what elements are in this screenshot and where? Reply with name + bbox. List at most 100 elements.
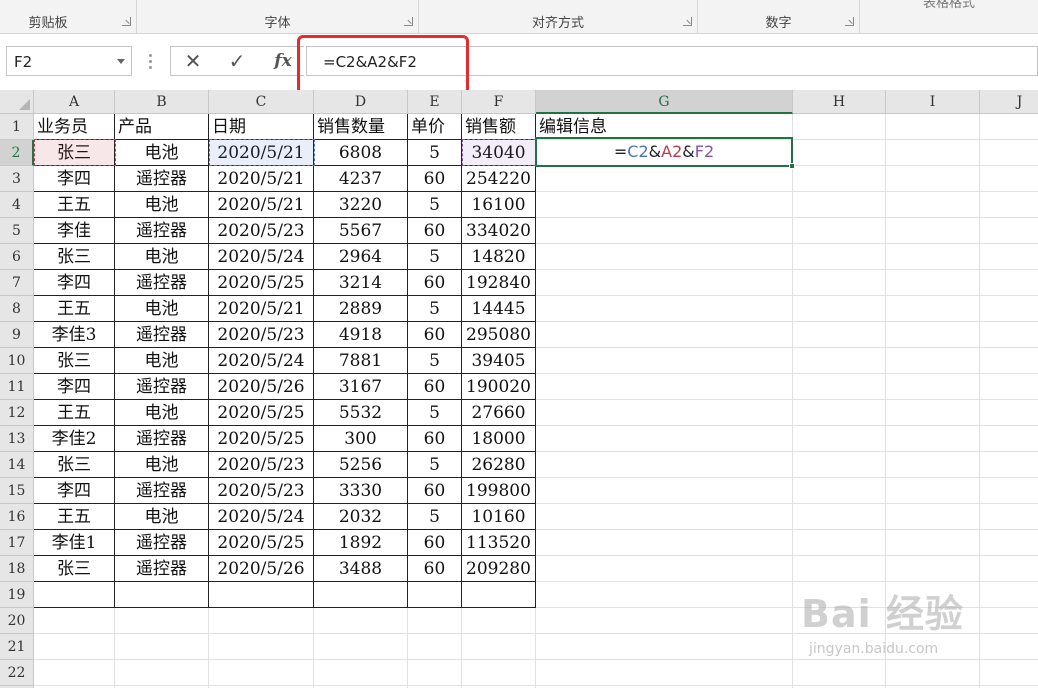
cell-j15[interactable] [980,478,1038,504]
row-header-4[interactable]: 4 [0,192,34,218]
chevron-down-icon[interactable] [117,59,125,64]
cell-c15[interactable]: 2020/5/23 [209,478,314,504]
cell-i10[interactable] [886,348,980,374]
cell-e16[interactable]: 5 [408,504,462,530]
cell-e22[interactable] [408,660,462,686]
cell-b10[interactable]: 电池 [115,348,209,374]
cell-a6[interactable]: 张三 [34,244,115,270]
cell-f2[interactable]: 34040 [462,140,536,166]
row-header-22[interactable]: 22 [0,660,34,686]
cell-j4[interactable] [980,192,1038,218]
cell-e15[interactable]: 60 [408,478,462,504]
cell-f16[interactable]: 10160 [462,504,536,530]
cell-b18[interactable]: 遥控器 [115,556,209,582]
row-header-19[interactable]: 19 [0,582,34,608]
cell-e13[interactable]: 60 [408,426,462,452]
cell-d12[interactable]: 5532 [314,400,408,426]
cell-d8[interactable]: 2889 [314,296,408,322]
cell-b3[interactable]: 遥控器 [115,166,209,192]
drag-handle-icon[interactable] [149,54,152,70]
cell-i7[interactable] [886,270,980,296]
column-header-i[interactable]: I [886,90,980,114]
cell-f3[interactable]: 254220 [462,166,536,192]
cell-j9[interactable] [980,322,1038,348]
name-box[interactable]: F2 [6,46,132,76]
cell-a11[interactable]: 李四 [34,374,115,400]
cell-a9[interactable]: 李佳3 [34,322,115,348]
cell-a3[interactable]: 李四 [34,166,115,192]
cell-f14[interactable]: 26280 [462,452,536,478]
column-header-h[interactable]: H [793,90,886,114]
cell-d6[interactable]: 2964 [314,244,408,270]
cell-g6[interactable] [536,244,793,270]
cell-c21[interactable] [209,634,314,660]
cell-c10[interactable]: 2020/5/24 [209,348,314,374]
cell-j8[interactable] [980,296,1038,322]
cell-j13[interactable] [980,426,1038,452]
cell-h16[interactable] [793,504,886,530]
cell-g17[interactable] [536,530,793,556]
cell-c8[interactable]: 2020/5/21 [209,296,314,322]
cell-g11[interactable] [536,374,793,400]
cell-g13[interactable] [536,426,793,452]
cell-g9[interactable] [536,322,793,348]
cell-j18[interactable] [980,556,1038,582]
cell-h13[interactable] [793,426,886,452]
cell-c13[interactable]: 2020/5/25 [209,426,314,452]
cell-d7[interactable]: 3214 [314,270,408,296]
cell-a2[interactable]: 张三 [34,140,115,166]
cell-i17[interactable] [886,530,980,556]
cell-j3[interactable] [980,166,1038,192]
cell-f11[interactable]: 190020 [462,374,536,400]
row-header-6[interactable]: 6 [0,244,34,270]
cell-j16[interactable] [980,504,1038,530]
cell-e8[interactable]: 5 [408,296,462,322]
cell-e2[interactable]: 5 [408,140,462,166]
cell-c7[interactable]: 2020/5/25 [209,270,314,296]
cell-c12[interactable]: 2020/5/25 [209,400,314,426]
column-header-a[interactable]: A [34,90,115,114]
cell-b13[interactable]: 遥控器 [115,426,209,452]
column-header-e[interactable]: E [408,90,462,114]
cell-j10[interactable] [980,348,1038,374]
cell-j11[interactable] [980,374,1038,400]
column-header-b[interactable]: B [115,90,209,114]
cell-h19[interactable] [793,582,886,608]
cell-g16[interactable] [536,504,793,530]
cell-a18[interactable]: 张三 [34,556,115,582]
cell-h6[interactable] [793,244,886,270]
cell-h21[interactable] [793,634,886,660]
cell-f22[interactable] [462,660,536,686]
row-header-18[interactable]: 18 [0,556,34,582]
row-header-15[interactable]: 15 [0,478,34,504]
cell-b16[interactable]: 电池 [115,504,209,530]
cell-f21[interactable] [462,634,536,660]
cell-f15[interactable]: 199800 [462,478,536,504]
cell-b12[interactable]: 电池 [115,400,209,426]
cell-g7[interactable] [536,270,793,296]
cell-i9[interactable] [886,322,980,348]
cell-c9[interactable]: 2020/5/23 [209,322,314,348]
column-header-d[interactable]: D [314,90,408,114]
cell-h20[interactable] [793,608,886,634]
cell-g1[interactable]: 编辑信息 [536,114,793,140]
cell-c3[interactable]: 2020/5/21 [209,166,314,192]
dialog-launcher-icon[interactable] [845,17,854,26]
cell-a15[interactable]: 李四 [34,478,115,504]
cell-d21[interactable] [314,634,408,660]
cell-h15[interactable] [793,478,886,504]
cell-j19[interactable] [980,582,1038,608]
cell-a21[interactable] [34,634,115,660]
cell-b21[interactable] [115,634,209,660]
cell-j1[interactable] [980,114,1038,140]
cell-d22[interactable] [314,660,408,686]
cell-d1[interactable]: 销售数量 [314,114,408,140]
cell-c18[interactable]: 2020/5/26 [209,556,314,582]
cell-e5[interactable]: 60 [408,218,462,244]
cell-d13[interactable]: 300 [314,426,408,452]
cell-c11[interactable]: 2020/5/26 [209,374,314,400]
cell-f10[interactable]: 39405 [462,348,536,374]
cell-a13[interactable]: 李佳2 [34,426,115,452]
cell-f5[interactable]: 334020 [462,218,536,244]
row-header-9[interactable]: 9 [0,322,34,348]
